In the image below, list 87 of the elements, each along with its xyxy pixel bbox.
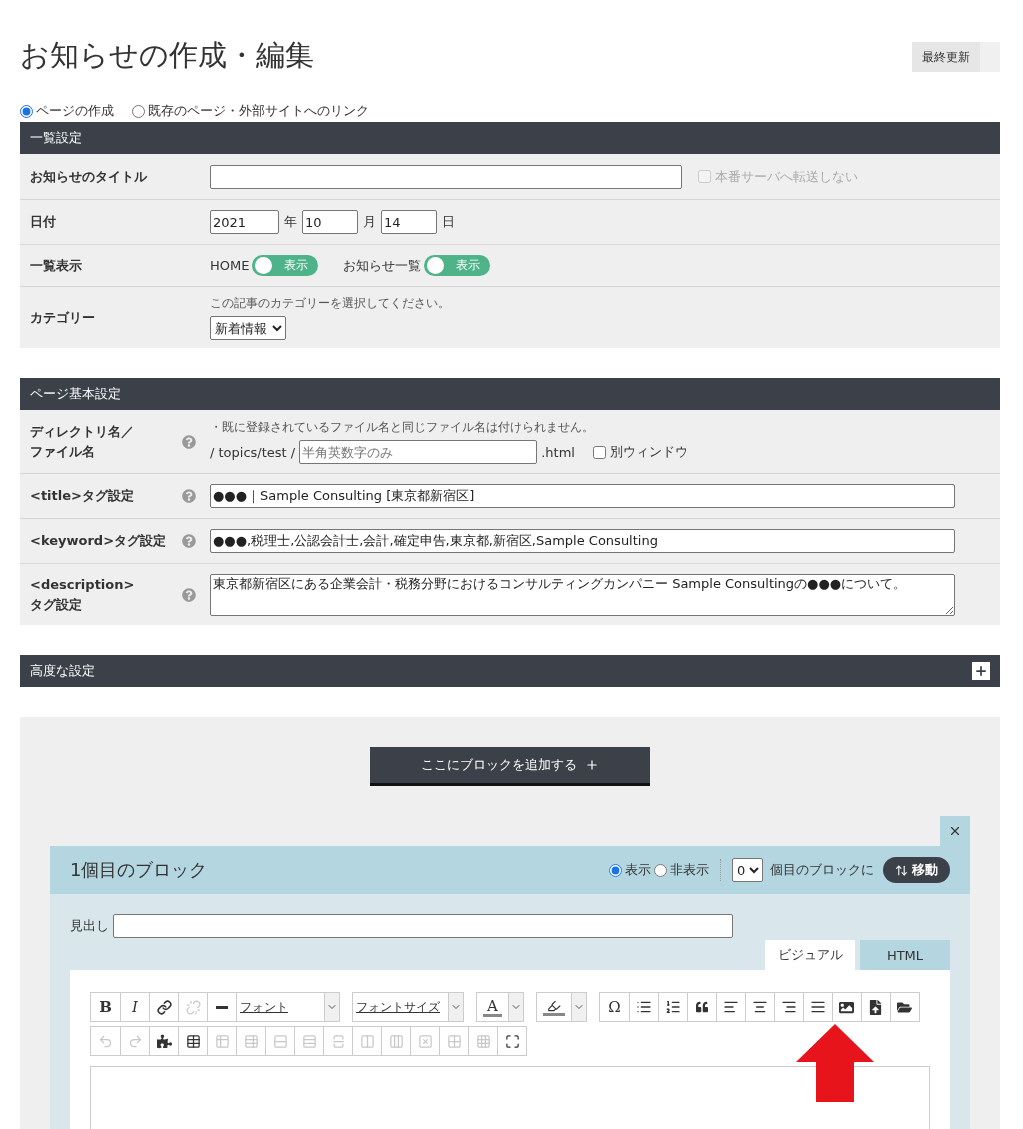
quote-icon <box>695 1001 708 1013</box>
image-icon <box>839 999 855 1015</box>
category-select[interactable]: 新着情報 <box>210 316 286 340</box>
radio-button[interactable] <box>20 104 33 118</box>
add-block-button[interactable]: ここにブロックを追加する <box>370 747 650 786</box>
table-properties-icon <box>243 1033 259 1049</box>
expand-icon[interactable] <box>972 662 990 680</box>
tag-input[interactable]: ●●●｜Sample Consulting [東京都新宿区] <box>210 484 955 508</box>
bulleted-list-icon <box>635 999 652 1015</box>
section-title: 高度な設定 <box>30 662 95 680</box>
year-input[interactable]: 2021 <box>210 210 279 234</box>
delete-cell-icon <box>417 1033 433 1049</box>
filename-input[interactable]: 半角英数字のみ <box>299 440 538 464</box>
month-unit: 月 <box>363 213 376 231</box>
puzzle-icon <box>156 1033 172 1049</box>
radio-button[interactable] <box>609 863 622 877</box>
radio-button[interactable] <box>132 104 145 118</box>
close-icon <box>948 824 962 838</box>
numbered-list-icon <box>664 999 681 1015</box>
redo-icon <box>127 1033 143 1049</box>
field-label: <description> タグ設定 <box>30 575 136 614</box>
help-icon[interactable] <box>182 587 196 602</box>
field-label: お知らせのタイトル <box>30 167 148 186</box>
title-input[interactable] <box>210 164 682 189</box>
hint-text: この記事のカテゴリーを選択してください。 <box>210 295 450 312</box>
radio-button[interactable] <box>654 863 667 877</box>
section-header: 一覧設定 <box>20 122 1000 154</box>
section-header: ページ基本設定 <box>20 378 1000 410</box>
columns-icon <box>359 1033 375 1049</box>
year-unit: 年 <box>284 213 297 231</box>
font-dropdown[interactable]: フォントサイズ <box>353 993 463 1021</box>
field-label: カテゴリー <box>30 308 96 327</box>
columns-icon <box>388 1033 404 1049</box>
grid-icon <box>446 1033 462 1049</box>
day-input[interactable]: 14 <box>381 210 437 234</box>
radio-label: 非表示 <box>670 861 709 879</box>
help-icon[interactable] <box>182 489 196 503</box>
position-select[interactable]: 0 <box>732 858 763 882</box>
field-label: 日付 <box>30 213 57 231</box>
help-icon[interactable] <box>182 434 196 449</box>
grid-icon <box>475 1033 491 1049</box>
split-cell-icon <box>330 1033 346 1049</box>
toggle-label: HOME <box>210 258 250 273</box>
pen-icon <box>542 998 565 1016</box>
block-title: 1個目のブロック <box>70 858 208 882</box>
radio-label: 表示 <box>625 861 651 879</box>
table-icon <box>185 1033 201 1049</box>
rows-icon <box>301 1033 317 1049</box>
fullscreen-icon <box>504 1033 520 1049</box>
help-icon[interactable] <box>182 534 196 548</box>
align-justify-icon <box>809 999 826 1015</box>
description-textarea[interactable]: 東京都新宿区にある企業会計・税務分野におけるコンサルティングカンパニー Sample Consultingの●●●について。 <box>210 573 955 616</box>
field-label: ディレクトリ名／ファイル名 <box>30 422 135 461</box>
plus-icon <box>585 758 599 772</box>
table-row-icon <box>214 1033 230 1049</box>
field-label: <keyword>タグ設定 <box>30 532 168 550</box>
last-updated-button[interactable]: 最終更新 <box>912 42 1000 72</box>
align-left-icon <box>722 999 739 1015</box>
rows-icon <box>272 1033 288 1049</box>
checkbox[interactable] <box>592 445 606 459</box>
page-title: お知らせの作成・編集 <box>20 37 314 74</box>
font-dropdown[interactable]: フォント <box>236 993 339 1021</box>
file-extension: .html <box>541 444 575 460</box>
editor-tab[interactable]: ビジュアル <box>765 940 855 970</box>
heading-input[interactable] <box>113 914 733 938</box>
tag-input[interactable]: ●●●,税理士,公認会計士,会計,確定申告,東京都,新宿区,Sample Consulting <box>210 529 955 553</box>
move-icon <box>895 863 908 877</box>
link-icon <box>156 999 172 1015</box>
field-label: 一覧表示 <box>30 256 83 275</box>
move-button[interactable]: 移動 <box>883 857 950 883</box>
field-label: <title>タグ設定 <box>30 487 135 505</box>
align-center-icon <box>751 999 768 1015</box>
month-input[interactable]: 10 <box>302 210 358 234</box>
position-label: 個目のブロックに <box>770 861 874 879</box>
checkbox-label: 別ウィンドウ <box>609 443 688 461</box>
toggle-label: お知らせ一覧 <box>343 256 422 275</box>
unlink-icon <box>185 999 201 1015</box>
editor-tab[interactable]: HTML <box>860 940 950 970</box>
hint-text: ・既に登録されているファイル名と同じファイル名は付けられません。 <box>210 419 595 436</box>
path-prefix: / topics/test / <box>210 444 296 460</box>
file-upload-icon <box>868 999 884 1015</box>
radio-label: ページの作成 <box>36 102 114 120</box>
field-label: 見出し <box>70 917 109 935</box>
day-unit: 日 <box>442 213 455 231</box>
align-right-icon <box>780 999 797 1015</box>
radio-label: 既存のページ・外部サイトへのリンク <box>148 102 369 120</box>
undo-icon <box>98 1033 113 1049</box>
